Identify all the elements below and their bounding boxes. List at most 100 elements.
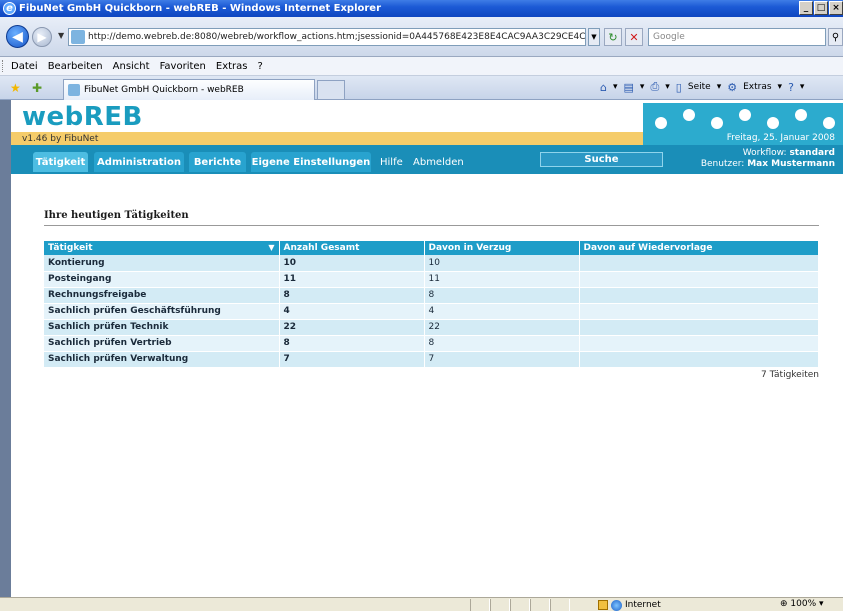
version-bar: v1.46 by FibuNet Freitag, 25. Januar 200…	[11, 132, 843, 145]
site-logo[interactable]: webREB	[22, 102, 143, 132]
page-menu-button[interactable]: Seite	[688, 82, 711, 92]
cell-overdue: 8	[424, 335, 580, 352]
menu-help[interactable]: ?	[258, 61, 263, 72]
page-dropdown-icon[interactable]: ▾	[717, 82, 722, 92]
column-header-anzahl[interactable]: Anzahl Gesamt	[279, 241, 425, 255]
cell-activity[interactable]: Sachlich prüfen Verwaltung	[44, 351, 280, 368]
cell-total: 4	[279, 303, 425, 320]
tab-taetigkeit[interactable]: Tätigkeit	[33, 152, 88, 172]
refresh-button[interactable]: ↻	[604, 28, 622, 46]
help-dropdown-icon[interactable]: ▾	[800, 82, 805, 92]
protected-mode-icon	[598, 600, 608, 610]
logout-link[interactable]: Abmelden	[413, 157, 464, 168]
cell-resubmission	[579, 287, 819, 304]
cell-activity[interactable]: Posteingang	[44, 271, 280, 288]
cell-activity[interactable]: Sachlich prüfen Technik	[44, 319, 280, 336]
new-tab-button[interactable]	[317, 80, 345, 99]
window-title: FibuNet GmbH Quickborn - webREB - Window…	[19, 3, 382, 14]
menu-ansicht[interactable]: Ansicht	[113, 61, 150, 72]
decor-dot	[739, 109, 751, 121]
security-zone[interactable]: Internet	[598, 599, 661, 611]
add-favorite-icon[interactable]: ✚	[32, 81, 42, 95]
address-url: http://demo.webreb.de:8080/webreb/workfl…	[88, 32, 586, 42]
page-viewport: webREB v1.46 by FibuNet Freitag, 25. Jan…	[11, 100, 843, 597]
tab-eigene-einstellungen[interactable]: Eigene Einstellungen	[251, 152, 371, 172]
address-dropdown-icon[interactable]: ▼	[588, 28, 600, 46]
decor-dot	[767, 117, 779, 129]
table-row[interactable]: Kontierung 10 10	[44, 255, 819, 272]
tab-administration[interactable]: Administration	[94, 152, 184, 172]
column-header-wiedervorlage[interactable]: Davon auf Wiedervorlage	[579, 241, 819, 255]
ie-logo-icon: e	[3, 2, 16, 15]
title-divider	[44, 225, 819, 226]
search-icon[interactable]: ⚲	[828, 28, 843, 46]
user-label: Benutzer:	[700, 159, 745, 169]
table-row[interactable]: Posteingang 11 11	[44, 271, 819, 288]
decor-dot	[655, 117, 667, 129]
toolbar-grip	[2, 60, 5, 72]
table-row[interactable]: Sachlich prüfen Geschäftsführung 4 4	[44, 303, 819, 320]
forward-button[interactable]: ▶	[32, 27, 52, 47]
tools-menu-button[interactable]: Extras	[743, 82, 771, 92]
menu-bearbeiten[interactable]: Bearbeiten	[48, 61, 103, 72]
cell-activity[interactable]: Rechnungsfreigabe	[44, 287, 280, 304]
cell-total: 8	[279, 335, 425, 352]
maximize-button[interactable]: □	[814, 1, 828, 15]
header-dots-decoration	[643, 103, 843, 133]
window-frame-left	[0, 100, 11, 597]
table-row[interactable]: Sachlich prüfen Vertrieb 8 8	[44, 335, 819, 352]
print-dropdown-icon[interactable]: ▾	[665, 82, 670, 92]
menu-datei[interactable]: Datei	[11, 61, 38, 72]
command-bar: ⌂ ▾ ▤ ▾ ⎙ ▾ ▯ Seite ▾ ⚙ Extras ▾ ? ▾	[600, 80, 804, 94]
favorites-star-icon[interactable]: ★	[10, 81, 21, 95]
page-icon: ▯	[675, 80, 682, 94]
menu-extras[interactable]: Extras	[216, 61, 248, 72]
browser-tab-active[interactable]: FibuNet GmbH Quickborn - webREB	[63, 79, 315, 100]
cell-overdue: 22	[424, 319, 580, 336]
tools-dropdown-icon[interactable]: ▾	[778, 82, 783, 92]
status-cell	[530, 599, 550, 611]
table-row[interactable]: Rechnungsfreigabe 8 8	[44, 287, 819, 304]
help-link[interactable]: Hilfe	[380, 157, 403, 168]
decor-dot	[683, 109, 695, 121]
column-header-taetigkeit[interactable]: Tätigkeit ▼	[44, 241, 280, 255]
column-header-verzug[interactable]: Davon in Verzug	[424, 241, 580, 255]
print-icon[interactable]: ⎙	[650, 80, 659, 94]
home-dropdown-icon[interactable]: ▾	[613, 82, 618, 92]
table-row[interactable]: Sachlich prüfen Verwaltung 7 7	[44, 351, 819, 368]
workflow-value: standard	[789, 148, 835, 158]
menu-favoriten[interactable]: Favoriten	[160, 61, 206, 72]
cell-resubmission	[579, 335, 819, 352]
help-icon[interactable]: ?	[788, 81, 794, 94]
close-button[interactable]: ×	[829, 1, 843, 15]
zoom-control[interactable]: ⊕ 100% ▾	[780, 599, 824, 609]
cell-activity[interactable]: Kontierung	[44, 255, 280, 272]
history-dropdown-icon[interactable]: ▼	[58, 31, 64, 40]
cell-total: 8	[279, 287, 425, 304]
search-input[interactable]: Google	[648, 28, 826, 46]
back-button[interactable]: ◀	[6, 25, 29, 48]
decor-dot	[711, 117, 723, 129]
address-toolbar: ◀ ▶ ▼ http://demo.webreb.de:8080/webreb/…	[0, 17, 843, 57]
search-button[interactable]: Suche	[540, 152, 663, 167]
home-icon[interactable]: ⌂	[600, 81, 607, 94]
feeds-icon[interactable]: ▤	[624, 81, 634, 94]
stop-button[interactable]: ✕	[625, 28, 643, 46]
current-date: Freitag, 25. Januar 2008	[726, 133, 835, 143]
cell-resubmission	[579, 319, 819, 336]
workflow-info: Workflow: standard Benutzer: Max Musterm…	[701, 148, 835, 170]
cell-overdue: 8	[424, 287, 580, 304]
sort-desc-icon[interactable]: ▼	[268, 243, 274, 252]
minimize-button[interactable]: _	[799, 1, 813, 15]
decor-dot	[823, 117, 835, 129]
cell-activity[interactable]: Sachlich prüfen Vertrieb	[44, 335, 280, 352]
tab-berichte[interactable]: Berichte	[189, 152, 246, 172]
tab-toolbar: ★ ✚ FibuNet GmbH Quickborn - webREB ⌂ ▾ …	[0, 76, 843, 100]
address-input[interactable]: http://demo.webreb.de:8080/webreb/workfl…	[68, 28, 586, 46]
cell-activity[interactable]: Sachlich prüfen Geschäftsführung	[44, 303, 280, 320]
menu-bar: Datei Bearbeiten Ansicht Favoriten Extra…	[0, 57, 843, 76]
status-cell	[470, 599, 490, 611]
cell-resubmission	[579, 271, 819, 288]
feeds-dropdown-icon[interactable]: ▾	[640, 82, 645, 92]
table-row[interactable]: Sachlich prüfen Technik 22 22	[44, 319, 819, 336]
